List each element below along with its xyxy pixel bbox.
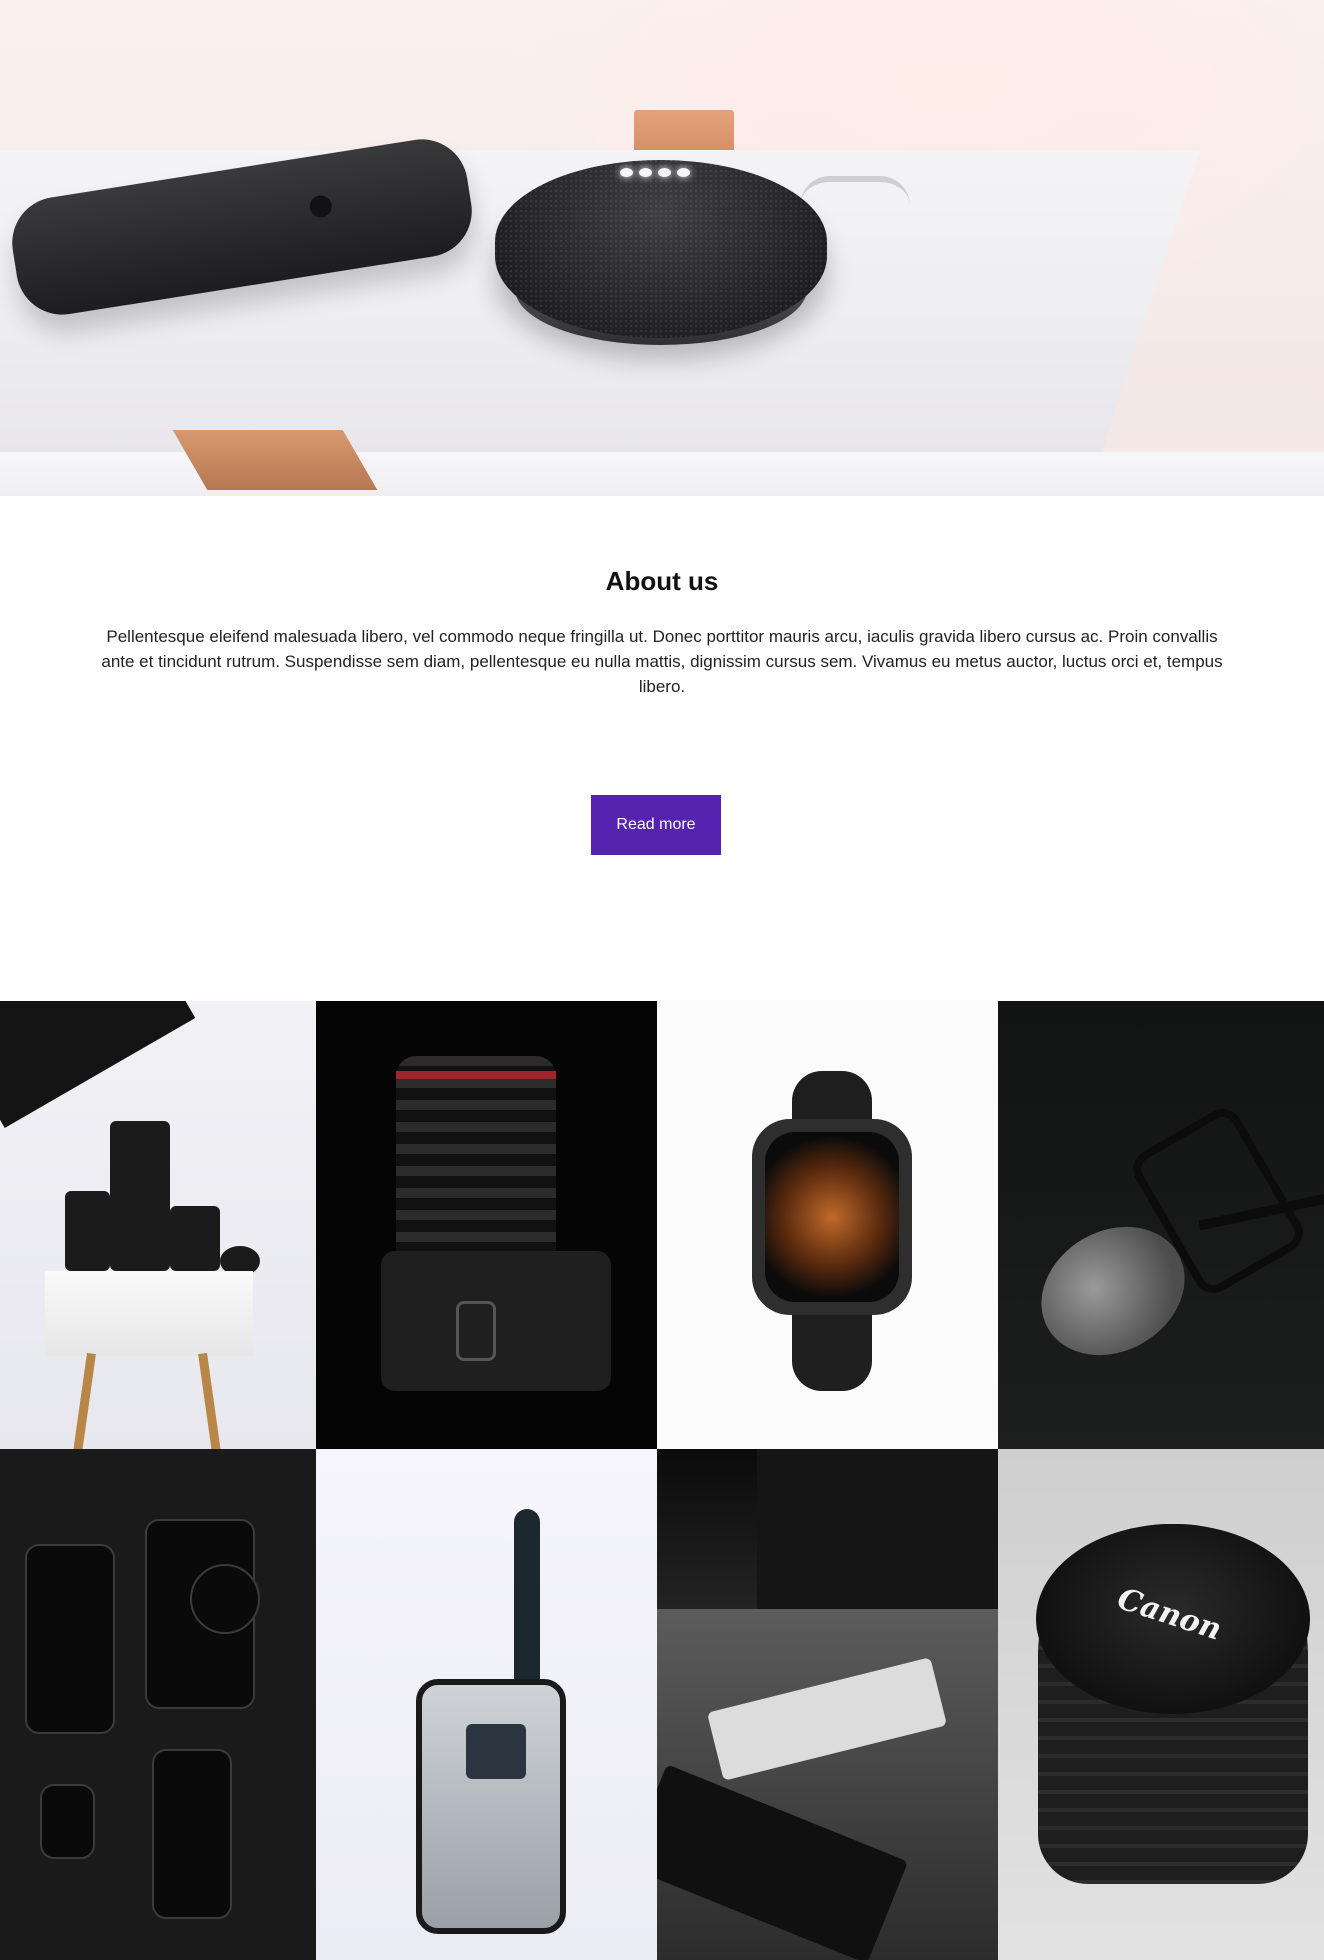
phone-logo-icon (308, 193, 334, 220)
speaker-light (620, 168, 633, 177)
lens-red-ring (396, 1071, 556, 1079)
gallery-tile-smartwatch[interactable] (657, 1001, 998, 1449)
read-more-button[interactable]: Read more (591, 795, 721, 855)
gallery-tile-flatlay-devices[interactable] (0, 1449, 316, 1960)
hero-image (0, 0, 1324, 496)
gallery-tile-dslr-camera[interactable] (316, 1001, 657, 1449)
table-leg (73, 1352, 96, 1449)
phone (152, 1749, 232, 1919)
about-section: About us Pellentesque eleifend malesuada… (0, 496, 1324, 1001)
action-camera (40, 1784, 95, 1859)
radio-display (466, 1724, 526, 1779)
product-gallery: Canon (0, 1001, 1324, 1960)
gallery-tile-desk-setup[interactable] (657, 1449, 998, 1960)
gallery-tile-camera-lens[interactable]: Canon (998, 1449, 1324, 1960)
camera-lens-cap (190, 1564, 260, 1634)
camera-body (381, 1251, 611, 1391)
gallery-tile-walkie-talkie[interactable] (316, 1449, 657, 1960)
speaker-cable (800, 176, 910, 206)
monitor (757, 1449, 998, 1619)
gallery-tile-microphone[interactable] (998, 1001, 1324, 1449)
about-body: Pellentesque eleifend malesuada libero, … (101, 627, 1223, 696)
table-leg (198, 1352, 221, 1449)
phone (25, 1544, 115, 1734)
gallery-tile-camera-gear-table[interactable] (0, 1001, 316, 1449)
about-title: About us (605, 566, 719, 596)
speaker-light (639, 168, 652, 177)
smart-speaker (495, 160, 827, 338)
watch-face (765, 1132, 899, 1302)
lens (170, 1206, 220, 1271)
speaker-light (658, 168, 671, 177)
backdrop-shadow (0, 1001, 196, 1128)
speaker-lights (620, 168, 690, 177)
radio-body (416, 1679, 566, 1934)
gimbal (110, 1121, 170, 1271)
flash (65, 1191, 110, 1271)
shelf-bracket (172, 430, 378, 490)
white-side-table (45, 1271, 253, 1356)
camera-display (456, 1301, 496, 1361)
speaker-light (677, 168, 690, 177)
